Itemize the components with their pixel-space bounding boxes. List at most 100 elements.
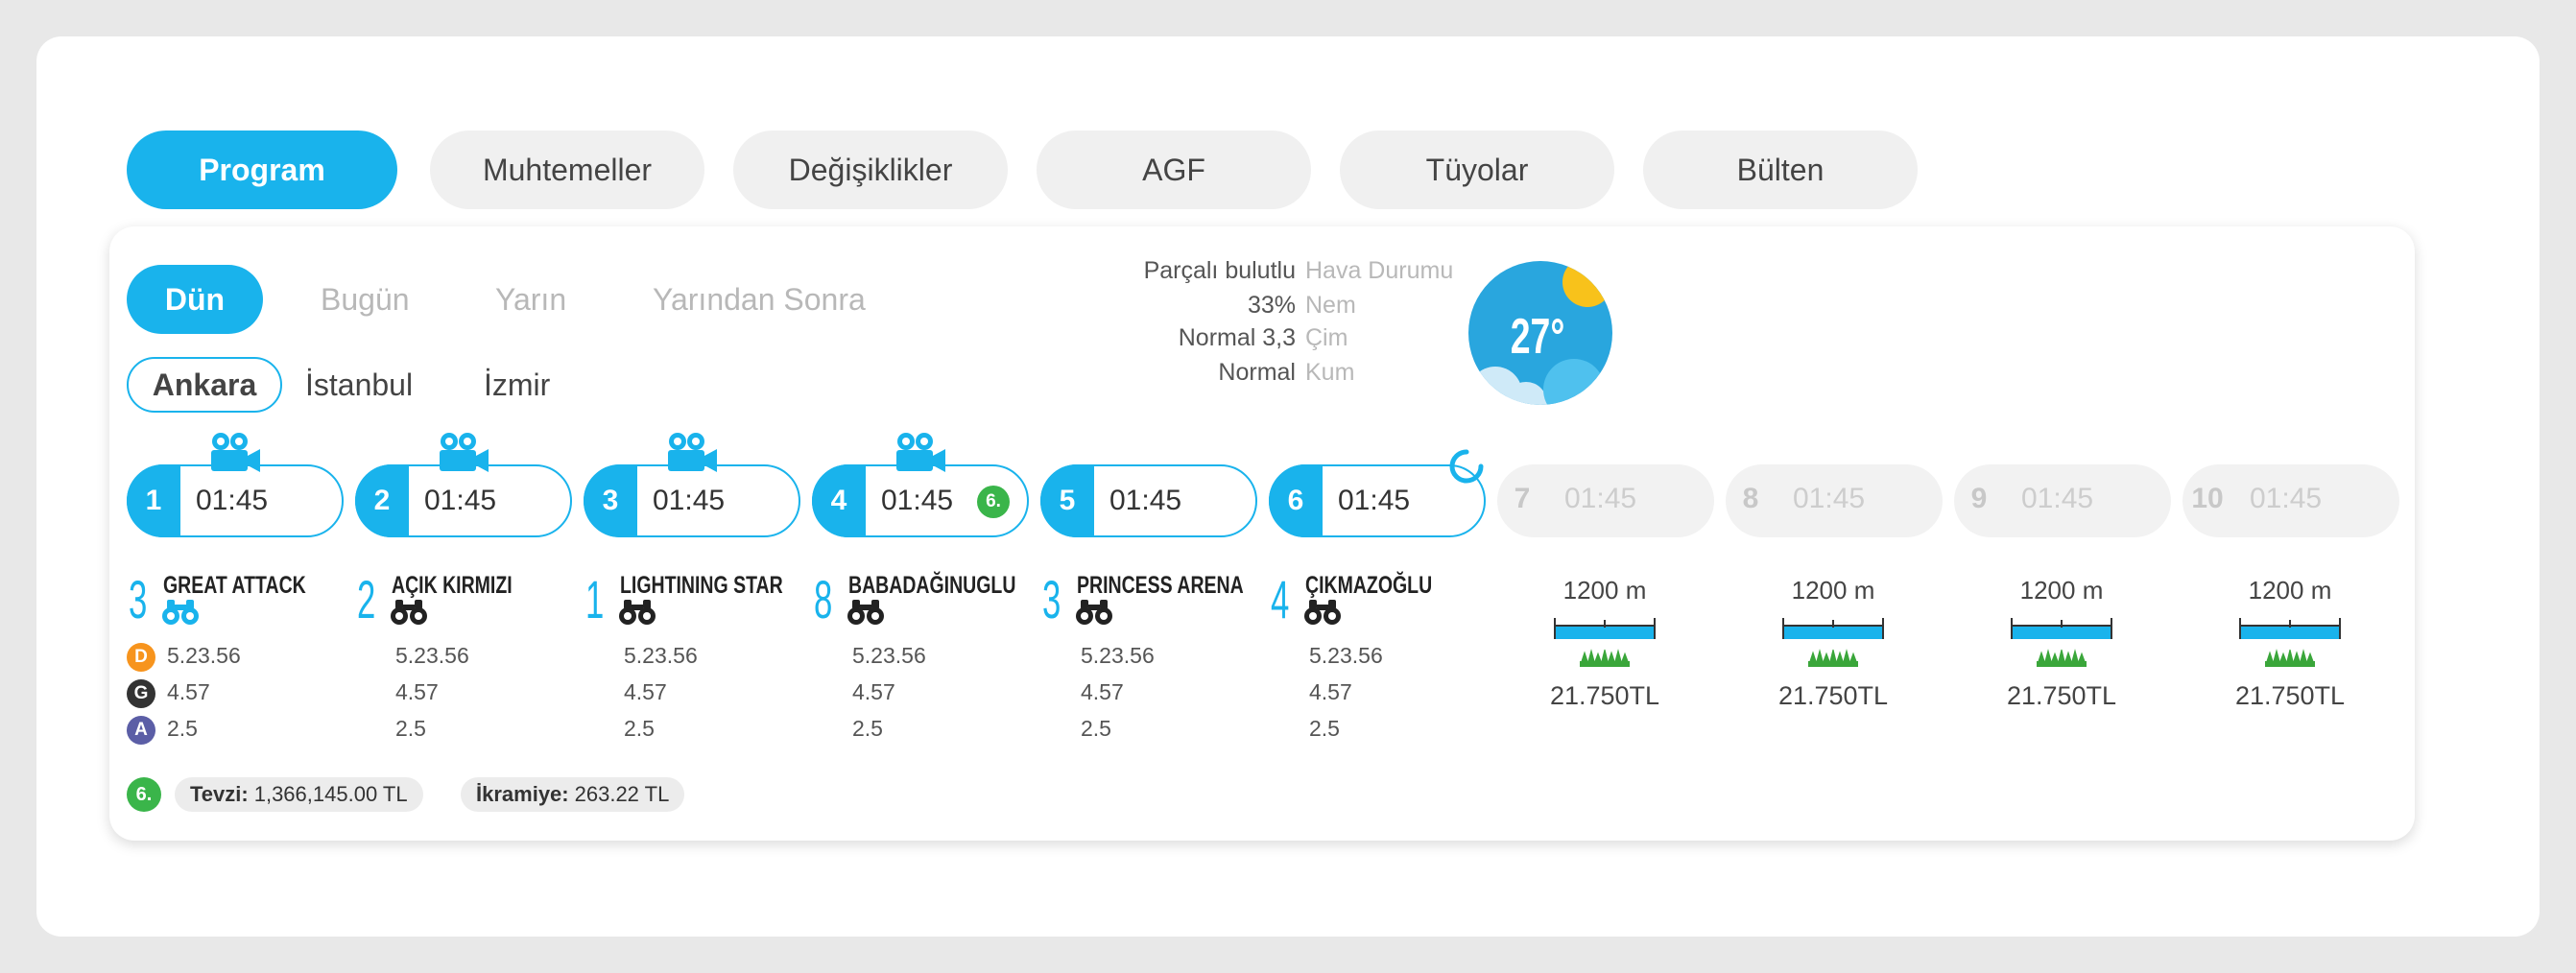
tab-degisiklikler[interactable]: Değişiklikler: [733, 131, 1008, 209]
race-prize: 21.750TL: [1549, 681, 1660, 710]
winner-name: AÇIK KIRMIZI: [392, 572, 513, 599]
sand-label: Kum: [1305, 359, 1355, 386]
race-button[interactable]: 9 01:45: [1954, 464, 2171, 537]
result-d-value: 5.23.56: [167, 643, 241, 668]
result-d-value: 5.23.56: [624, 643, 698, 668]
result-d-value: 5.23.56: [1309, 643, 1383, 668]
race-result: 1 LIGHTINING STAR 5.23.56 4.57 2.5: [585, 569, 812, 742]
binoculars-icon[interactable]: [847, 599, 885, 626]
race-prize: 21.750TL: [2006, 681, 2117, 710]
race-button[interactable]: 3 01:45: [584, 464, 800, 537]
day-tab-yarin[interactable]: Yarın: [495, 265, 566, 334]
video-camera-icon[interactable]: [436, 432, 489, 474]
weather-label: Hava Durumu: [1305, 257, 1454, 284]
race-distance: 1200 m: [1562, 576, 1647, 605]
race-distance: 1200 m: [2019, 576, 2104, 605]
race-button[interactable]: 4 01:45 6.: [812, 464, 1029, 537]
tevzi-pill: Tevzi: 1,366,145.00 TL: [175, 777, 423, 812]
winner-number: 1: [585, 569, 605, 629]
result-g-value: 4.57: [395, 679, 439, 704]
humidity-label: Nem: [1305, 292, 1356, 319]
video-camera-icon[interactable]: [207, 432, 261, 474]
turf-label: Çim: [1305, 324, 1348, 351]
temperature: 27°: [1511, 308, 1565, 365]
race-time: 01:45: [196, 485, 269, 516]
winner-name: GREAT ATTACK: [163, 572, 306, 599]
refresh-icon[interactable]: [1447, 447, 1486, 486]
race-time: 01:45: [653, 485, 726, 516]
city-ankara[interactable]: Ankara: [127, 357, 282, 413]
race-distance: 1200 m: [2248, 576, 2332, 605]
binoculars-icon[interactable]: [390, 599, 428, 626]
winner-name: BABADAĞINUGLU: [848, 572, 1016, 599]
winner-name: ÇIKMAZOĞLU: [1305, 572, 1433, 599]
upcoming-race-info: 1200 m 21.750TL: [1499, 576, 1710, 720]
winner-number: 3: [1042, 569, 1061, 629]
tab-bulten[interactable]: Bülten: [1643, 131, 1918, 209]
ikramiye-label: İkramiye:: [476, 782, 569, 806]
sixth-bet-badge: 6.: [127, 777, 161, 812]
ikramiye-pill: İkramiye: 263.22 TL: [461, 777, 685, 812]
tab-agf[interactable]: AGF: [1037, 131, 1311, 209]
race-button[interactable]: 10 01:45: [2182, 464, 2399, 537]
upcoming-race-info: 1200 m 21.750TL: [1728, 576, 1939, 720]
partly-cloudy-sun-icon: 27°: [1468, 261, 1612, 405]
race-result: 8 BABADAĞINUGLU 5.23.56 4.57 2.5: [814, 569, 1040, 742]
race-time: 01:45: [881, 485, 954, 516]
result-g-value: 4.57: [1081, 679, 1124, 704]
winner-name: LIGHTINING STAR: [620, 572, 783, 599]
race-time: 01:45: [1793, 483, 1866, 514]
tab-program[interactable]: Program: [127, 131, 397, 209]
track-length-icon: [2011, 618, 2112, 639]
ikramiye-value: 263.22 TL: [574, 782, 670, 806]
upcoming-race-info: 1200 m 21.750TL: [2184, 576, 2396, 720]
race-result: 3 PRINCESS ARENA 5.23.56 4.57 2.5: [1042, 569, 1269, 742]
city-izmir[interactable]: İzmir: [484, 357, 550, 413]
race-prize: 21.750TL: [1777, 681, 1889, 710]
turf-icon: [1580, 649, 1630, 667]
binoculars-icon[interactable]: [618, 599, 656, 626]
result-g-value: 4.57: [624, 679, 667, 704]
binoculars-icon[interactable]: [1303, 599, 1342, 626]
day-tab-dun[interactable]: Dün: [127, 265, 263, 334]
winner-number: 8: [814, 569, 833, 629]
winner-number: 2: [357, 569, 376, 629]
race-button[interactable]: 5 01:45: [1040, 464, 1257, 537]
day-tab-bugun[interactable]: Bugün: [321, 265, 410, 334]
g-legend-icon: G: [127, 679, 155, 708]
d-legend-icon: D: [127, 643, 155, 672]
winner-name: PRINCESS ARENA: [1077, 572, 1244, 599]
race-button[interactable]: 8 01:45: [1726, 464, 1943, 537]
race-button[interactable]: 2 01:45: [355, 464, 572, 537]
result-g-value: 4.57: [1309, 679, 1352, 704]
humidity-row: 33% Nem: [989, 292, 1507, 326]
binoculars-icon[interactable]: [161, 599, 200, 626]
winner-number: 4: [1271, 569, 1290, 629]
tab-muhtemeller[interactable]: Muhtemeller: [430, 131, 704, 209]
tab-tuyolar[interactable]: Tüyolar: [1340, 131, 1614, 209]
result-a-value: 2.5: [395, 716, 426, 741]
weather-value: Parçalı bulutlu: [1143, 257, 1296, 284]
humidity-value: 33%: [1247, 292, 1296, 319]
race-button[interactable]: 7 01:45: [1497, 464, 1714, 537]
race-time: 01:45: [1109, 485, 1182, 516]
result-d-value: 5.23.56: [852, 643, 926, 668]
binoculars-icon[interactable]: [1075, 599, 1113, 626]
result-a-value: 2.5: [624, 716, 655, 741]
track-length-icon: [2239, 618, 2341, 639]
result-a-value: 2.5: [852, 716, 883, 741]
result-d-value: 5.23.56: [395, 643, 469, 668]
race-prize: 21.750TL: [2234, 681, 2346, 710]
video-camera-icon[interactable]: [893, 432, 946, 474]
race-time: 01:45: [424, 485, 497, 516]
video-camera-icon[interactable]: [664, 432, 718, 474]
race-result: 3 GREAT ATTACK 5.23.56 4.57 2.5: [129, 570, 355, 742]
race-time: 01:45: [2250, 483, 2323, 514]
race-result: 4 ÇIKMAZOĞLU 5.23.56 4.57 2.5: [1271, 569, 1497, 742]
race-button[interactable]: 1 01:45: [127, 464, 344, 537]
city-istanbul[interactable]: İstanbul: [305, 357, 413, 413]
result-g-value: 4.57: [852, 679, 895, 704]
day-tab-yarindan-sonra[interactable]: Yarından Sonra: [653, 265, 866, 334]
turf-value: Normal 3,3: [1178, 324, 1296, 351]
a-legend-icon: A: [127, 716, 155, 745]
